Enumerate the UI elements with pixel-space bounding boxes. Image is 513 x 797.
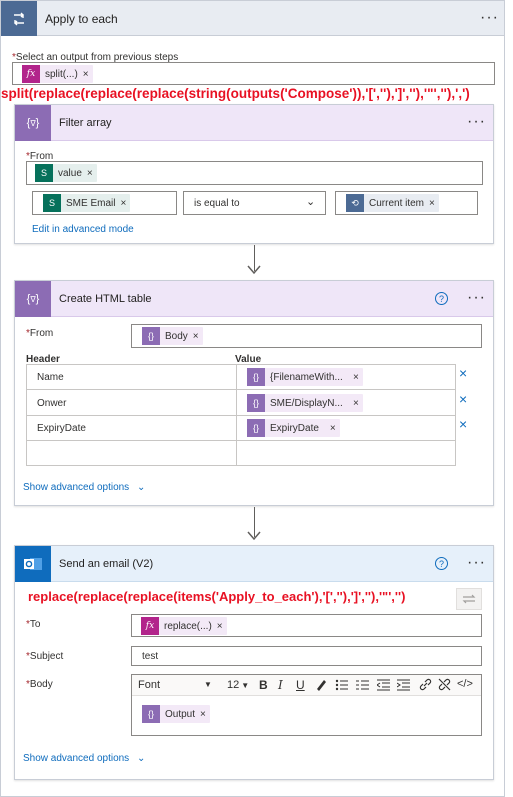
value-cell-token[interactable]: {} SME/DisplayN... × xyxy=(247,394,363,412)
data-operation-icon: {} xyxy=(247,419,265,437)
numbered-list-icon[interactable] xyxy=(356,679,369,694)
down-arrow-icon xyxy=(247,531,261,541)
create-html-table-title: Create HTML table xyxy=(59,293,152,305)
chevron-down-icon: ⌄ xyxy=(136,482,146,493)
show-advanced-options-link[interactable]: Show advanced options ⌄ xyxy=(23,482,145,493)
apply-to-each-title: Apply to each xyxy=(45,12,118,26)
sharepoint-icon: S xyxy=(35,164,53,182)
data-operation-icon: {} xyxy=(142,327,160,345)
decrease-indent-icon[interactable] xyxy=(376,679,390,694)
loop-icon xyxy=(1,1,37,37)
fx-icon: fx xyxy=(22,65,40,83)
remove-token-icon[interactable]: × xyxy=(347,398,363,409)
delete-row-icon[interactable]: × xyxy=(459,391,467,407)
loop-icon: ⟲ xyxy=(346,194,364,212)
header-cell[interactable]: Name xyxy=(37,372,64,383)
edit-advanced-mode-link[interactable]: Edit in advanced mode xyxy=(32,224,134,235)
select-output-field[interactable]: fx split(...) × xyxy=(12,62,495,85)
filter-array-title: Filter array xyxy=(59,117,112,129)
italic-icon[interactable]: I xyxy=(278,678,283,692)
code-view-icon[interactable]: </> xyxy=(457,678,473,690)
data-operation-icon: {} xyxy=(247,394,265,412)
unlink-icon[interactable] xyxy=(438,678,451,694)
create-html-table-card: {∇} Create HTML table ? ··· *From {} Bod… xyxy=(14,280,494,506)
header-cell[interactable]: ExpiryDate xyxy=(37,423,86,434)
data-operation-icon: {∇} xyxy=(15,281,51,317)
table-from-label: *From xyxy=(26,328,54,339)
underline-icon[interactable]: U xyxy=(296,678,305,692)
outlook-icon xyxy=(15,546,51,582)
help-icon[interactable]: ? xyxy=(435,557,448,570)
current-item-token[interactable]: ⟲ Current item × xyxy=(346,194,439,212)
increase-indent-icon[interactable] xyxy=(396,679,410,694)
remove-token-icon[interactable]: × xyxy=(120,198,130,209)
split-token[interactable]: fx split(...) × xyxy=(22,65,93,83)
link-icon[interactable] xyxy=(419,678,432,694)
filter-array-header[interactable]: {∇} Filter array ··· xyxy=(15,105,493,141)
chevron-down-icon: ⌄ xyxy=(306,196,316,208)
remove-token-icon[interactable]: × xyxy=(429,198,439,209)
help-icon[interactable]: ? xyxy=(435,292,448,305)
delete-row-icon[interactable]: × xyxy=(459,416,467,432)
apply-to-each-header[interactable]: Apply to each ··· xyxy=(0,0,505,37)
fx-icon: fx xyxy=(141,617,159,635)
body-editor[interactable]: Font ▼ 12 ▼ B I U </> {} Output × xyxy=(131,674,482,736)
filter-array-menu-icon[interactable]: ··· xyxy=(467,114,486,130)
switch-input-mode-icon[interactable] xyxy=(456,588,482,610)
body-label: *Body xyxy=(26,679,53,690)
subject-field[interactable]: test xyxy=(131,646,482,666)
output-token[interactable]: {} Output × xyxy=(142,705,210,723)
remove-token-icon[interactable]: × xyxy=(217,621,227,632)
split-expression-text: split(replace(replace(replace(string(out… xyxy=(1,86,470,101)
filter-array-card: {∇} Filter array ··· *From S value × S S… xyxy=(14,104,494,244)
header-value-grid: Name Onwer ExpiryDate {} {FilenameWith..… xyxy=(26,364,456,466)
bold-icon[interactable]: B xyxy=(259,678,268,692)
rich-text-toolbar: Font ▼ 12 ▼ B I U </> xyxy=(132,675,481,696)
font-size-dropdown[interactable]: 12 ▼ xyxy=(227,679,249,691)
sharepoint-icon: S xyxy=(43,194,61,212)
sme-email-token[interactable]: S SME Email × xyxy=(43,194,131,212)
send-email-header[interactable]: Send an email (V2) ? ··· xyxy=(15,546,493,582)
data-operation-icon: {} xyxy=(247,368,265,386)
create-html-table-header[interactable]: {∇} Create HTML table ? ··· xyxy=(15,281,493,317)
data-operation-icon: {} xyxy=(142,705,160,723)
replace-expression-text: replace(replace(replace(items('Apply_to_… xyxy=(28,589,406,604)
remove-token-icon[interactable]: × xyxy=(324,423,340,434)
highlight-icon[interactable] xyxy=(315,678,327,694)
remove-token-icon[interactable]: × xyxy=(193,331,203,342)
remove-token-icon[interactable]: × xyxy=(87,168,97,179)
font-dropdown[interactable]: Font ▼ xyxy=(138,679,220,693)
data-operation-icon: {∇} xyxy=(15,105,51,141)
value-token[interactable]: S value × xyxy=(35,164,97,182)
to-label: *To xyxy=(26,619,41,630)
send-email-menu-icon[interactable]: ··· xyxy=(467,555,486,571)
down-arrow-icon xyxy=(247,265,261,275)
subject-label: *Subject xyxy=(26,651,64,662)
bulleted-list-icon[interactable] xyxy=(335,679,348,694)
operator-dropdown[interactable]: is equal to ⌄ xyxy=(183,191,326,215)
remove-token-icon[interactable]: × xyxy=(347,372,363,383)
send-email-card: Send an email (V2) ? ··· replace(replace… xyxy=(14,545,494,780)
apply-to-each-menu-icon[interactable]: ··· xyxy=(480,10,499,26)
value-cell-token[interactable]: {} ExpiryDate × xyxy=(247,419,340,437)
remove-token-icon[interactable]: × xyxy=(83,69,93,80)
filter-from-field[interactable]: S value × xyxy=(26,161,483,185)
filter-right-operand[interactable]: ⟲ Current item × xyxy=(335,191,478,215)
create-html-table-menu-icon[interactable]: ··· xyxy=(467,290,486,306)
chevron-down-icon: ⌄ xyxy=(136,753,146,764)
to-field[interactable]: fx replace(...) × xyxy=(131,614,482,637)
body-token[interactable]: {} Body × xyxy=(142,327,203,345)
filter-left-operand[interactable]: S SME Email × xyxy=(32,191,177,215)
delete-row-icon[interactable]: × xyxy=(459,365,467,381)
header-cell[interactable]: Onwer xyxy=(37,398,66,409)
remove-token-icon[interactable]: × xyxy=(200,709,210,720)
replace-token[interactable]: fx replace(...) × xyxy=(141,617,227,635)
table-from-field[interactable]: {} Body × xyxy=(131,324,482,348)
send-email-title: Send an email (V2) xyxy=(59,558,154,570)
show-advanced-options-link[interactable]: Show advanced options ⌄ xyxy=(23,753,145,764)
value-cell-token[interactable]: {} {FilenameWith... × xyxy=(247,368,363,386)
